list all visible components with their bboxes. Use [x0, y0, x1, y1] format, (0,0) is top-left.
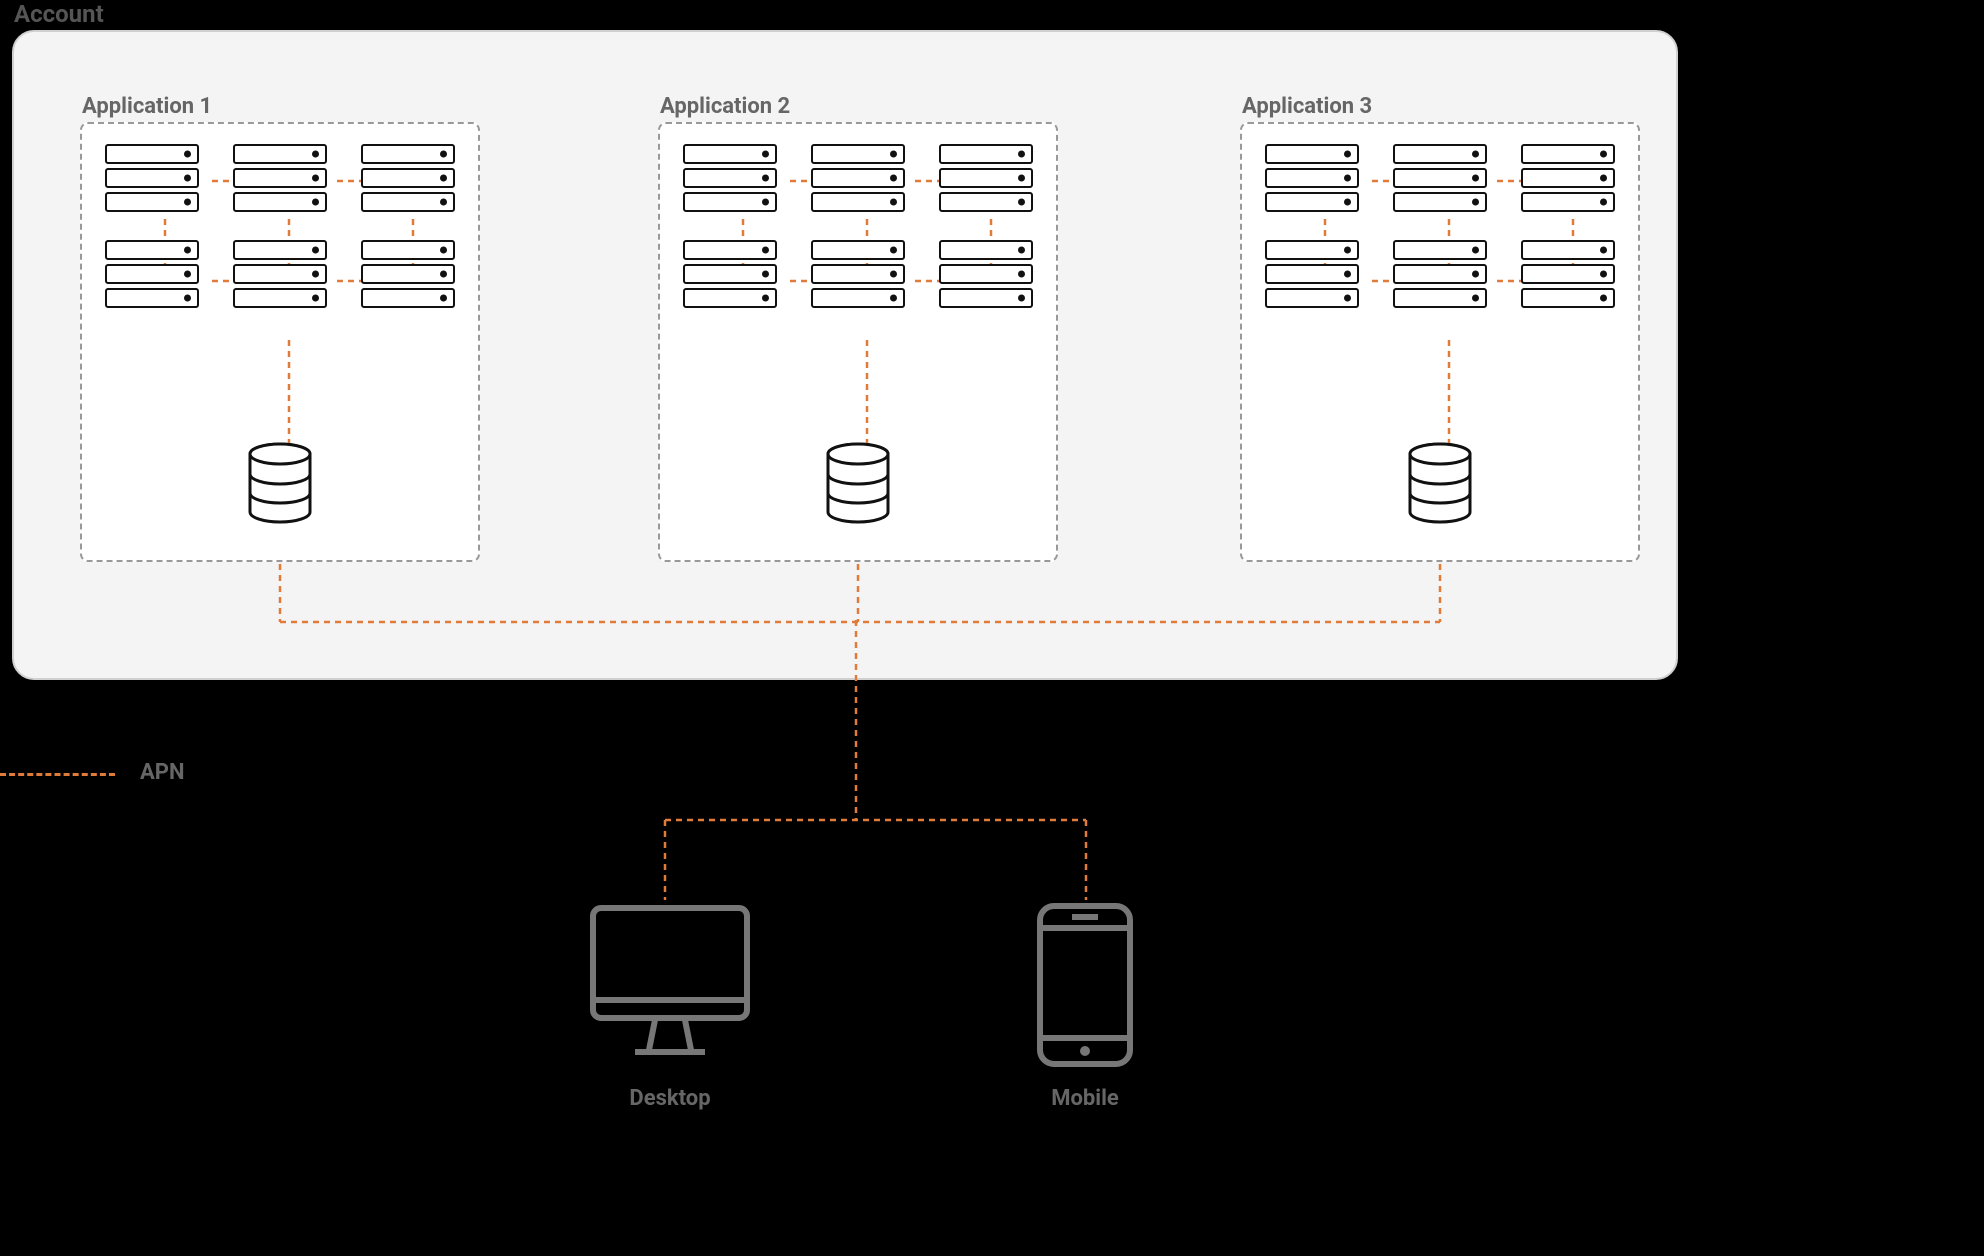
desktop-label: Desktop [585, 1086, 755, 1111]
server-icon [1521, 168, 1615, 188]
server-icon [683, 240, 777, 260]
server-icon [683, 192, 777, 212]
server-icon [361, 264, 455, 284]
server-icon [361, 144, 455, 164]
server-icon [361, 288, 455, 308]
server-icon [939, 192, 1033, 212]
server-icon [811, 288, 905, 308]
server-icon [811, 192, 905, 212]
server-icon [811, 240, 905, 260]
application-2-label: Application 2 [660, 94, 790, 119]
server-icon [811, 168, 905, 188]
server-grid [82, 144, 478, 308]
server-icon [1521, 264, 1615, 284]
server-icon [683, 168, 777, 188]
server-icon [1521, 192, 1615, 212]
server-icon [683, 144, 777, 164]
server-icon [361, 240, 455, 260]
server-icon [105, 168, 199, 188]
server-icon [939, 288, 1033, 308]
server-icon [233, 264, 327, 284]
server-grid [1242, 144, 1638, 308]
account-label: Account [14, 0, 104, 28]
server-icon [233, 144, 327, 164]
server-icon [1393, 288, 1487, 308]
server-icon [683, 288, 777, 308]
server-icon [105, 264, 199, 284]
server-icon [811, 264, 905, 284]
database-icon [823, 442, 893, 530]
server-icon [1393, 192, 1487, 212]
application-2-box: Application 2 [658, 122, 1058, 562]
server-icon [105, 240, 199, 260]
mobile-icon [1030, 900, 1140, 1070]
account-container: Application 1 [12, 30, 1678, 680]
mobile-device: Mobile [1030, 900, 1140, 1111]
server-icon [105, 288, 199, 308]
server-icon [361, 192, 455, 212]
server-icon [1265, 288, 1359, 308]
server-icon [1521, 288, 1615, 308]
server-icon [105, 192, 199, 212]
server-icon [1521, 144, 1615, 164]
server-icon [1393, 240, 1487, 260]
server-icon [105, 144, 199, 164]
server-icon [1265, 264, 1359, 284]
server-icon [939, 264, 1033, 284]
server-icon [1521, 240, 1615, 260]
legend-line [0, 773, 115, 776]
server-icon [939, 168, 1033, 188]
application-3-box: Application 3 [1240, 122, 1640, 562]
server-icon [939, 240, 1033, 260]
server-icon [1265, 192, 1359, 212]
server-icon [811, 144, 905, 164]
server-icon [1265, 144, 1359, 164]
server-icon [233, 192, 327, 212]
application-1-label: Application 1 [82, 94, 212, 119]
desktop-icon [585, 900, 755, 1070]
server-icon [1265, 240, 1359, 260]
server-grid [660, 144, 1056, 308]
server-icon [1393, 144, 1487, 164]
server-icon [361, 168, 455, 188]
server-icon [1393, 264, 1487, 284]
server-icon [939, 144, 1033, 164]
database-icon [1405, 442, 1475, 530]
mobile-label: Mobile [1030, 1086, 1140, 1111]
application-3-label: Application 3 [1242, 94, 1372, 119]
server-icon [233, 168, 327, 188]
server-icon [1265, 168, 1359, 188]
server-icon [683, 264, 777, 284]
desktop-device: Desktop [585, 900, 755, 1111]
application-1-box: Application 1 [80, 122, 480, 562]
database-icon [245, 442, 315, 530]
server-icon [233, 240, 327, 260]
server-icon [233, 288, 327, 308]
legend-label: APN [140, 760, 184, 785]
server-icon [1393, 168, 1487, 188]
